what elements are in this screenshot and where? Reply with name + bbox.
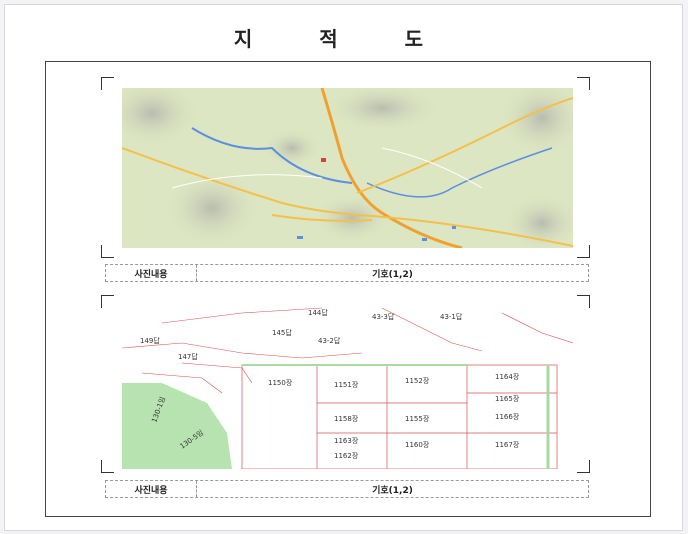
crop-mark bbox=[101, 245, 114, 258]
svg-text:1155장: 1155장 bbox=[405, 414, 430, 423]
svg-text:1165장: 1165장 bbox=[495, 394, 520, 403]
crop-mark bbox=[577, 245, 590, 258]
caption-label: 사진내용 bbox=[106, 481, 197, 497]
crop-mark bbox=[101, 460, 114, 473]
svg-text:1163장: 1163장 bbox=[334, 436, 359, 445]
svg-text:43-3답: 43-3답 bbox=[372, 312, 395, 321]
svg-text:1158장: 1158장 bbox=[334, 414, 359, 423]
svg-text:43-2답: 43-2답 bbox=[318, 336, 341, 345]
crop-mark bbox=[577, 295, 590, 308]
svg-text:149답: 149답 bbox=[140, 336, 160, 345]
svg-text:147답: 147답 bbox=[178, 352, 198, 361]
svg-text:1152장: 1152장 bbox=[405, 376, 430, 385]
crop-mark bbox=[101, 77, 114, 90]
cadastral-map-image: 144답 43-3답 43-1답 145답 43-2답 149답 147답 11… bbox=[122, 303, 573, 469]
caption-label: 사진내용 bbox=[106, 265, 197, 281]
location-map-image bbox=[122, 88, 573, 248]
svg-text:1160장: 1160장 bbox=[405, 440, 430, 449]
caption-value: 기호(1,2) bbox=[372, 485, 413, 496]
crop-mark bbox=[101, 295, 114, 308]
svg-text:1166장: 1166장 bbox=[495, 412, 520, 421]
svg-text:1164장: 1164장 bbox=[495, 372, 520, 381]
page-title: 지 적 도 bbox=[233, 27, 454, 51]
svg-text:1151장: 1151장 bbox=[334, 380, 359, 389]
svg-text:1167장: 1167장 bbox=[495, 440, 520, 449]
photo-caption: 사진내용 기호(1,2) bbox=[105, 480, 589, 498]
photo-caption: 사진내용 기호(1,2) bbox=[105, 264, 589, 282]
svg-text:43-1답: 43-1답 bbox=[440, 312, 463, 321]
svg-text:144답: 144답 bbox=[308, 308, 328, 317]
svg-text:145답: 145답 bbox=[272, 328, 292, 337]
crop-mark bbox=[577, 460, 590, 473]
svg-text:1150장: 1150장 bbox=[268, 378, 293, 387]
document-page: 지 적 도 사진내용 기호(1,2) 144답 43-3답 43-1답 145답… bbox=[4, 4, 683, 531]
caption-value: 기호(1,2) bbox=[372, 269, 413, 280]
crop-mark bbox=[577, 77, 590, 90]
svg-text:1162장: 1162장 bbox=[334, 451, 359, 460]
